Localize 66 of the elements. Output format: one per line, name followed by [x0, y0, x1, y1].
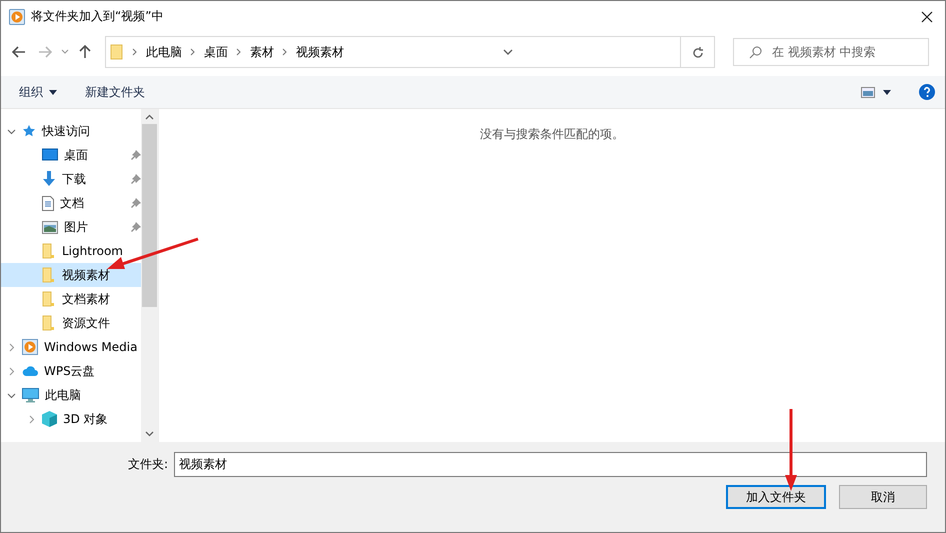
- sidebar-item[interactable]: 下载: [1, 167, 141, 191]
- add-folder-button[interactable]: 加入文件夹: [726, 485, 826, 509]
- sidebar-item[interactable]: WPS云盘: [1, 359, 141, 383]
- close-icon[interactable]: [921, 10, 933, 22]
- chevron-right-icon[interactable]: [7, 366, 16, 376]
- chevron-right-icon[interactable]: [27, 414, 36, 424]
- right-arrow-icon: [38, 46, 52, 58]
- cube-icon: [42, 411, 57, 427]
- view-icon[interactable]: [861, 86, 875, 98]
- address-bar[interactable]: 此电脑 桌面 素材 视频素材: [105, 36, 715, 68]
- computer-icon: [22, 388, 39, 402]
- play-icon: [9, 8, 25, 24]
- sidebar-item[interactable]: 文档: [1, 191, 141, 215]
- search-icon: [749, 46, 762, 58]
- sidebar-item[interactable]: 3D 对象: [1, 407, 141, 431]
- sidebar-item[interactable]: 图片: [1, 215, 141, 239]
- left-arrow-icon: [12, 46, 26, 58]
- folder-label: 文件夹:: [128, 456, 168, 473]
- up-arrow-icon: [79, 45, 91, 59]
- chevron-down-icon[interactable]: [7, 390, 16, 400]
- new-folder-button[interactable]: 新建文件夹: [85, 84, 145, 100]
- sidebar-item[interactable]: 桌面: [1, 143, 141, 167]
- play-icon: [22, 339, 38, 355]
- scroll-up-icon[interactable]: [145, 114, 154, 120]
- folder-icon: [110, 44, 124, 60]
- sidebar-item[interactable]: 视频素材: [1, 263, 141, 287]
- breadcrumb[interactable]: 此电脑: [146, 44, 182, 60]
- chevron-right-icon: [282, 48, 288, 56]
- chevron-down-icon[interactable]: [503, 49, 513, 55]
- sidebar-item[interactable]: 快速访问: [1, 119, 141, 143]
- folder-icon: [42, 267, 56, 283]
- breadcrumb[interactable]: 桌面: [204, 44, 228, 60]
- folder-icon: [42, 243, 56, 259]
- folder-name-field[interactable]: 视频素材: [174, 452, 927, 477]
- organize-button[interactable]: 组织: [19, 84, 57, 100]
- chevron-right-icon[interactable]: [7, 342, 16, 352]
- scrollbar[interactable]: [141, 109, 159, 442]
- sidebar-item[interactable]: 资源文件: [1, 311, 141, 335]
- cancel-button[interactable]: 取消: [839, 485, 927, 509]
- folder-icon: [42, 315, 56, 331]
- chevron-right-icon: [190, 48, 196, 56]
- breadcrumb[interactable]: 视频素材: [296, 44, 344, 60]
- image-icon: [42, 220, 58, 234]
- sidebar-item[interactable]: 此电脑: [1, 383, 141, 407]
- star-icon: [22, 124, 36, 138]
- window-title: 将文件夹加入到“视频”中: [31, 8, 164, 25]
- sidebar-item[interactable]: 文档素材: [1, 287, 141, 311]
- chevron-down-icon[interactable]: [61, 49, 69, 55]
- monitor-icon: [42, 148, 58, 162]
- empty-message: 没有与搜索条件匹配的项。: [480, 126, 624, 142]
- chevron-right-icon: [236, 48, 242, 56]
- sidebar-item[interactable]: Windows Media: [1, 335, 141, 359]
- scroll-down-icon[interactable]: [145, 431, 154, 437]
- chevron-right-icon: [132, 48, 138, 56]
- folder-icon: [42, 291, 56, 307]
- search-field[interactable]: 在 视频素材 中搜索: [733, 38, 929, 66]
- refresh-icon: [692, 46, 704, 58]
- caret-icon[interactable]: [883, 90, 891, 94]
- chevron-down-icon[interactable]: [7, 126, 16, 136]
- down-arrow-icon: [42, 171, 56, 187]
- cloud-icon: [22, 365, 38, 377]
- document-icon: [42, 196, 54, 210]
- caret-icon: [49, 90, 57, 94]
- sidebar-item[interactable]: Lightroom: [1, 239, 141, 263]
- breadcrumb[interactable]: 素材: [250, 44, 274, 60]
- help-icon[interactable]: [919, 84, 935, 100]
